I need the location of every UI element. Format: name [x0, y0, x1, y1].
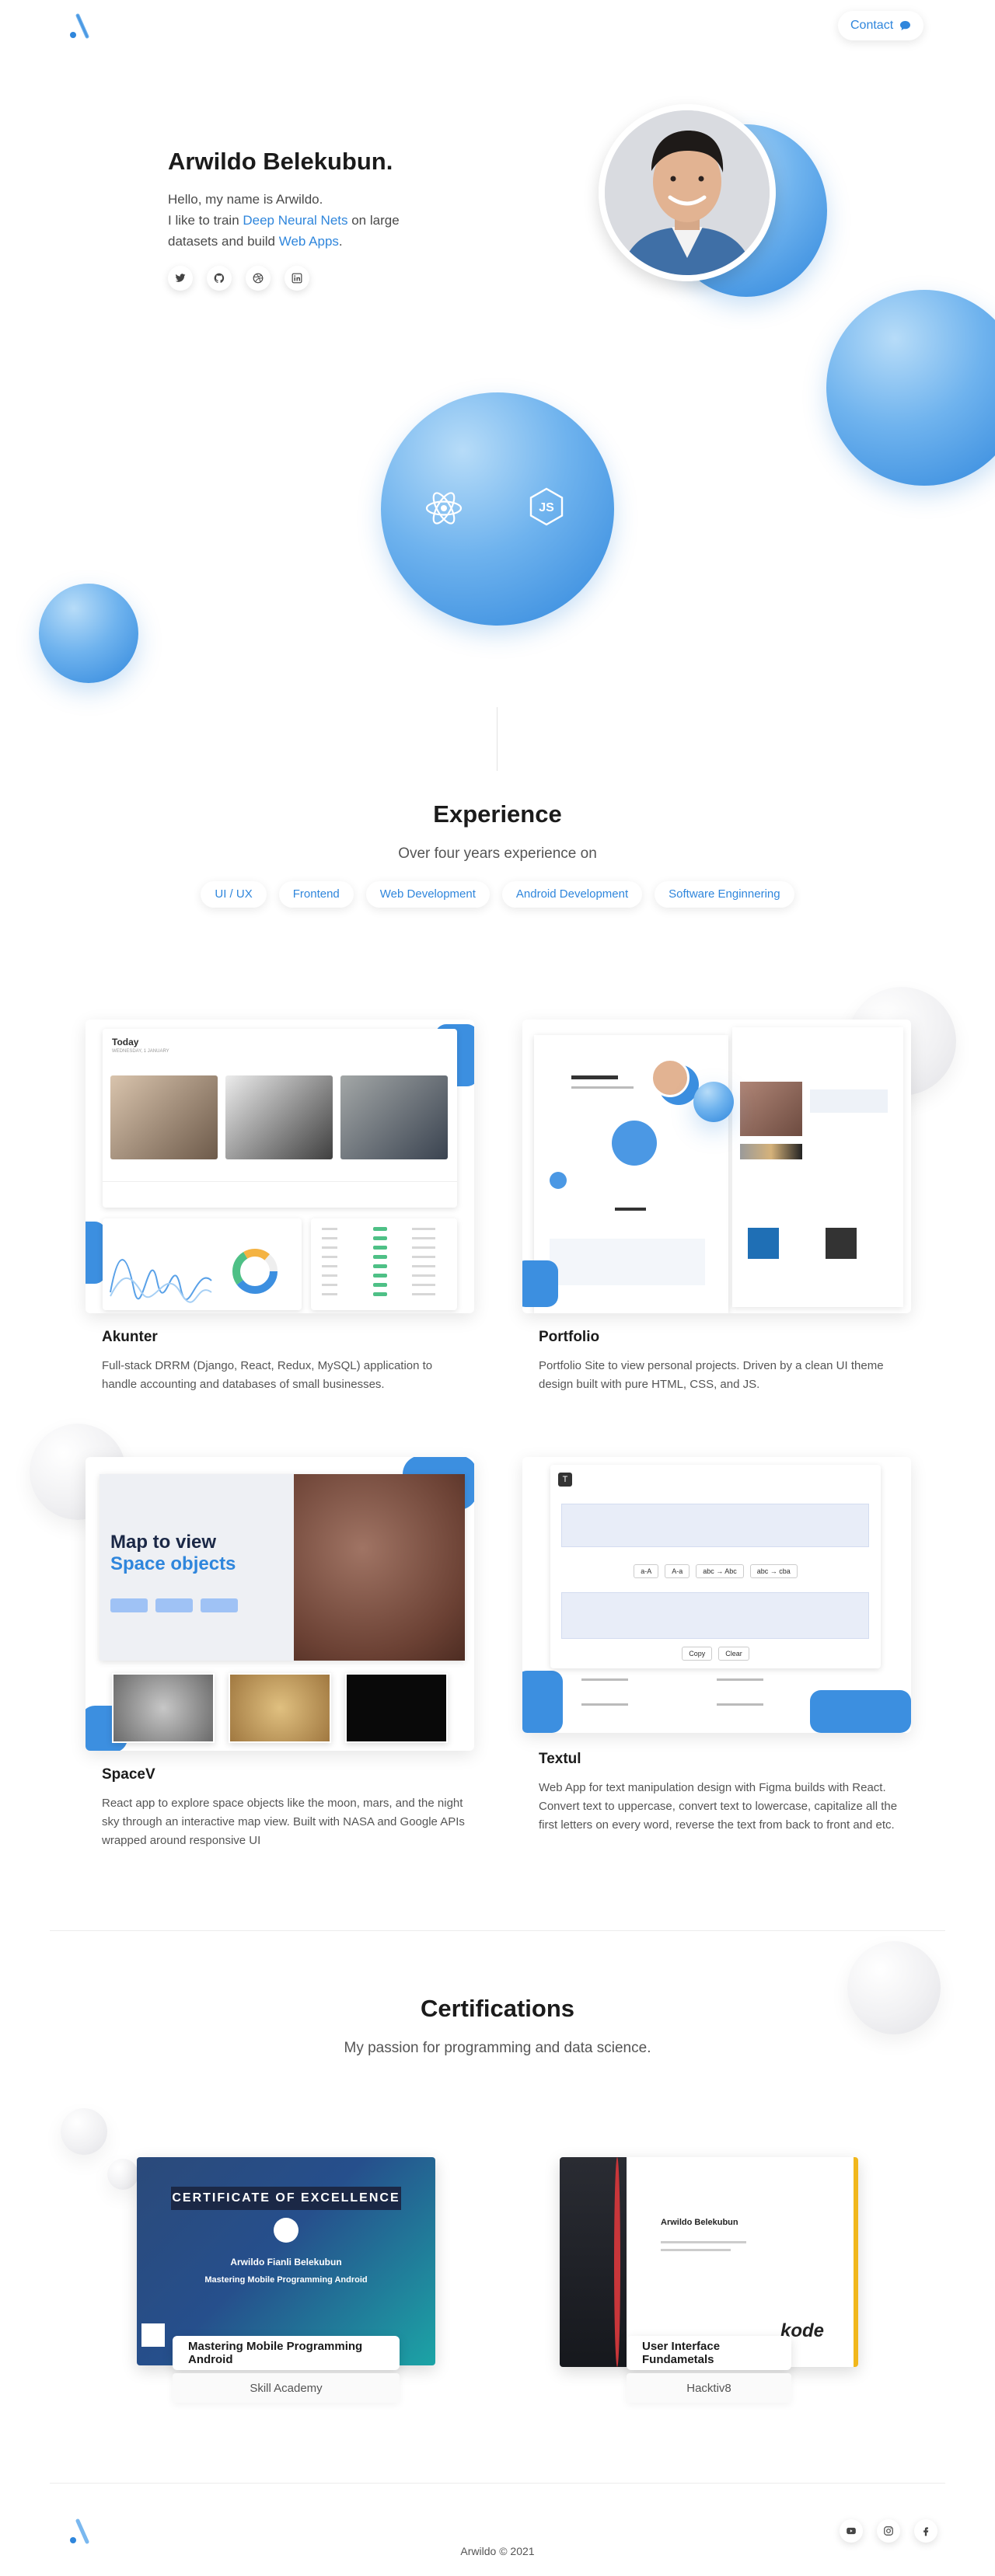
- hero-intro: Hello, my name is Arwildo. I like to tra…: [168, 189, 448, 252]
- certifications-title: Certifications: [420, 1995, 575, 2022]
- project-akunter-preview[interactable]: Today WEDNESDAY, 1 JANUARY: [86, 1020, 474, 1313]
- tag-android-development[interactable]: Android Development: [501, 881, 643, 908]
- textul-btn-upper: A-a: [665, 1564, 690, 1578]
- project-spacev-desc: React app to explore space objects like …: [102, 1797, 465, 1847]
- project-portfolio-desc: Portfolio Site to view personal projects…: [539, 1359, 884, 1391]
- footer-copyright: Arwildo © 2021: [460, 2545, 535, 2557]
- dribbble-icon: [253, 273, 264, 284]
- certificate-heading: CERTIFICATE OF EXCELLENCE: [171, 2187, 401, 2210]
- svg-text:JS: JS: [539, 501, 554, 514]
- cert-org-skill-academy: Skill Academy: [173, 2373, 400, 2403]
- textul-clear: Clear: [718, 1647, 749, 1661]
- experience-title: Experience: [433, 800, 562, 828]
- nodejs-icon: JS: [528, 486, 565, 531]
- tag-software-engineering[interactable]: Software Enginnering: [655, 881, 794, 908]
- akunter-date: WEDNESDAY, 1 JANUARY: [112, 1049, 169, 1054]
- experience-tags: UI / UX Frontend Web Development Android…: [0, 881, 995, 908]
- facebook-icon: [923, 2527, 929, 2536]
- project-portfolio-title[interactable]: Portfolio: [539, 1329, 599, 1346]
- decorative-ball: [39, 584, 138, 683]
- experience-subtitle: Over four years experience on: [398, 845, 597, 862]
- certificate-recipient-2: Arwildo Belekubun: [661, 2218, 738, 2227]
- hero-social-links: [168, 266, 309, 291]
- project-textul-preview[interactable]: T a-A A-a abc → Abc abc → cba Copy Clear: [522, 1457, 911, 1733]
- project-textul-title[interactable]: Textul: [539, 1751, 581, 1768]
- react-icon: [424, 488, 464, 532]
- hero-description: I like to train Deep Neural Nets on larg…: [168, 210, 448, 252]
- textul-copy: Copy: [682, 1647, 713, 1661]
- hero-text-part: I like to train: [168, 213, 243, 228]
- contact-label: Contact: [850, 19, 894, 32]
- tag-web-development[interactable]: Web Development: [365, 881, 490, 908]
- footer-logo[interactable]: [65, 2516, 96, 2547]
- hero-highlight-dnn[interactable]: Deep Neural Nets: [243, 213, 347, 228]
- logo-icon: [70, 13, 89, 39]
- site-logo[interactable]: [65, 11, 96, 42]
- textul-btn-lower: a-A: [634, 1564, 659, 1578]
- section-divider: [50, 1930, 945, 1931]
- section-divider: [50, 2483, 945, 2484]
- contact-button[interactable]: Contact: [838, 11, 924, 40]
- section-divider: [497, 707, 498, 771]
- project-spacev-title[interactable]: SpaceV: [102, 1766, 155, 1783]
- avatar: [599, 104, 776, 281]
- spacev-heading-2: Space objects: [110, 1553, 236, 1574]
- instagram-link[interactable]: [877, 2519, 900, 2543]
- project-akunter-title[interactable]: Akunter: [102, 1329, 158, 1346]
- cert-name-ui-fundamentals: User Interface Fundametals: [627, 2336, 791, 2370]
- avatar-portrait: [605, 110, 770, 275]
- akunter-today: Today: [112, 1037, 139, 1047]
- certificate-skill-academy[interactable]: CERTIFICATE OF EXCELLENCE Arwildo Fianli…: [137, 2157, 435, 2365]
- project-portfolio-preview[interactable]: [522, 1020, 911, 1313]
- youtube-icon: [847, 2527, 856, 2535]
- hero-text-part: .: [338, 234, 343, 249]
- facebook-link[interactable]: [914, 2519, 937, 2543]
- github-link[interactable]: [207, 266, 232, 291]
- dribbble-link[interactable]: [246, 266, 271, 291]
- textul-btn-capitalize: abc → Abc: [696, 1564, 744, 1578]
- hero-highlight-webapps[interactable]: Web Apps: [279, 234, 339, 249]
- spacev-heading-1: Map to view: [110, 1532, 217, 1553]
- cert-name-mobile-android: Mastering Mobile Programming Android: [173, 2336, 400, 2370]
- twitter-icon: [175, 274, 186, 282]
- decorative-ball: [61, 2108, 107, 2155]
- youtube-link[interactable]: [840, 2519, 863, 2543]
- tag-frontend[interactable]: Frontend: [278, 881, 354, 908]
- hero-name: Arwildo Belekubun.: [168, 148, 393, 175]
- textul-btn-reverse: abc → cba: [749, 1564, 798, 1578]
- certificate-recipient: Arwildo Fianli Belekubun: [230, 2257, 342, 2268]
- decorative-ball: [826, 290, 995, 486]
- hero-greeting: Hello, my name is Arwildo.: [168, 192, 323, 207]
- footer-social-links: [840, 2519, 937, 2543]
- skills-ball: [381, 392, 614, 626]
- tag-ui-ux[interactable]: UI / UX: [201, 881, 267, 908]
- linkedin-icon: [292, 273, 302, 284]
- logo-icon: [70, 2518, 89, 2544]
- certificate-course: Mastering Mobile Programming Android: [204, 2275, 368, 2285]
- linkedin-link[interactable]: [285, 266, 309, 291]
- twitter-link[interactable]: [168, 266, 193, 291]
- project-spacev-preview[interactable]: Map to view Space objects: [86, 1457, 474, 1751]
- github-icon: [214, 273, 225, 284]
- instagram-icon: [884, 2526, 893, 2536]
- decorative-ball: [107, 2159, 138, 2190]
- project-akunter-desc: Full-stack DRRM (Django, React, Redux, M…: [102, 1359, 433, 1391]
- certifications-subtitle: My passion for programming and data scie…: [344, 2040, 651, 2056]
- chat-icon: [900, 21, 911, 30]
- project-textul-desc: Web App for text manipulation design wit…: [539, 1781, 898, 1832]
- cert-org-hacktiv8: Hacktiv8: [627, 2373, 791, 2403]
